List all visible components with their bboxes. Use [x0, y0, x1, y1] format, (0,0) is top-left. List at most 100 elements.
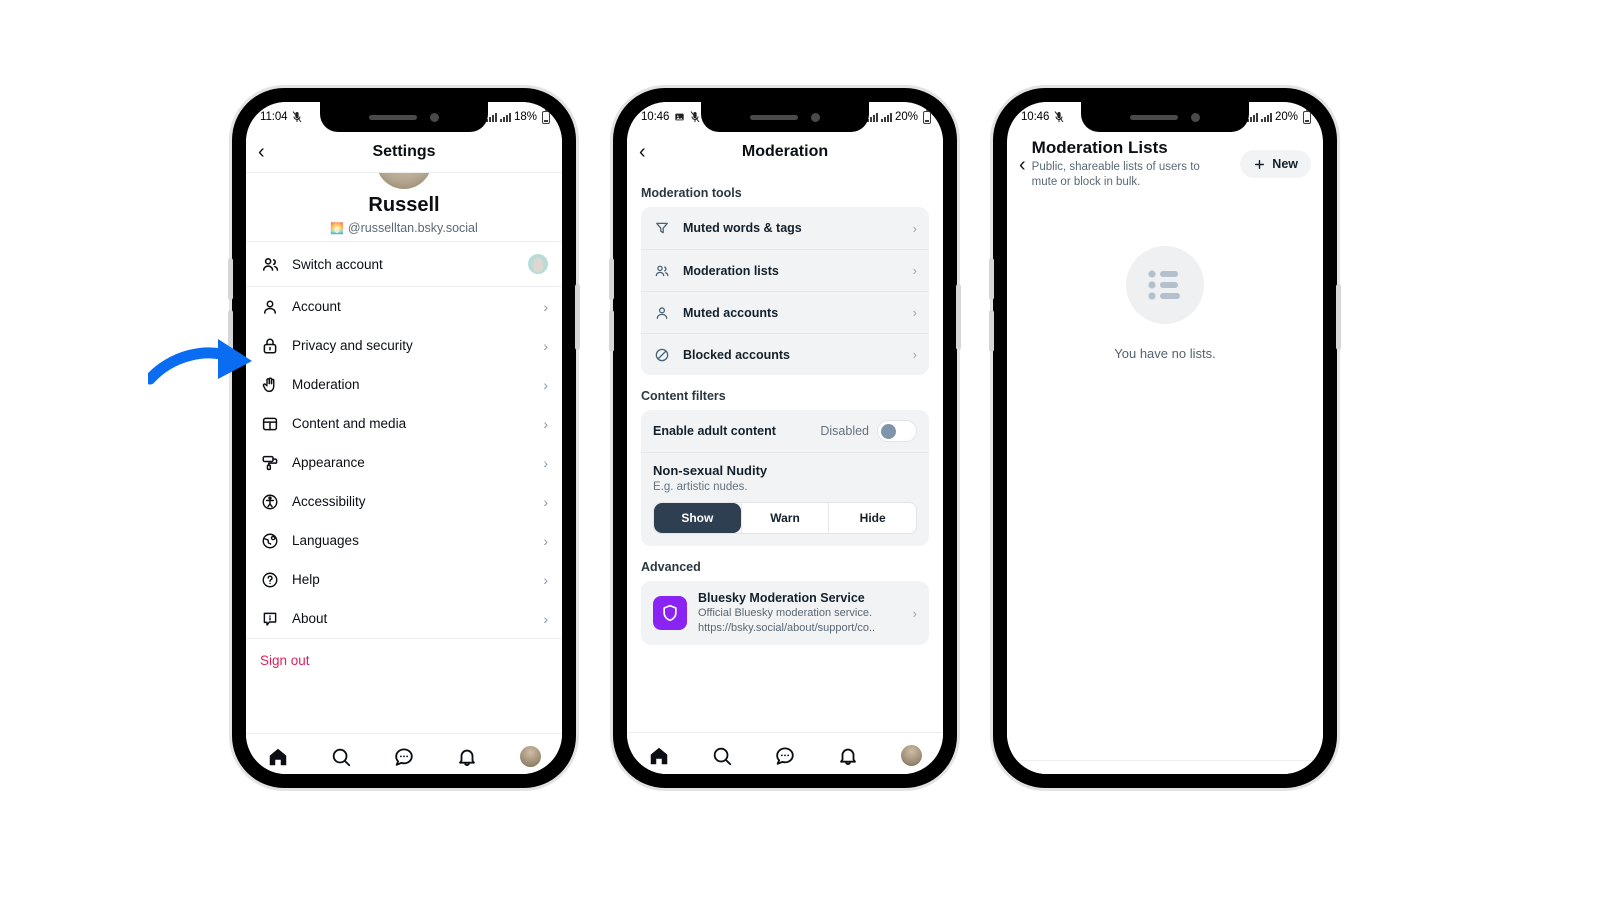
- annotation-arrow-icon: [148, 339, 252, 385]
- phone-moderation: 10:46 20% ‹ Moderation Moderation tools …: [609, 88, 961, 788]
- tab-messages[interactable]: [391, 744, 417, 770]
- phone1-navbar: ‹ Settings: [246, 132, 562, 172]
- tab-messages[interactable]: [1152, 771, 1178, 774]
- row-blocked-accounts[interactable]: Blocked accounts ›: [641, 333, 929, 375]
- battery-icon: [1303, 108, 1311, 124]
- back-button[interactable]: ‹: [258, 142, 280, 162]
- phone2-navbar: ‹ Moderation: [627, 132, 943, 172]
- device-notch: [320, 102, 488, 132]
- settings-item-label: Moderation: [292, 377, 360, 392]
- lists-body: You have no lists.: [1007, 200, 1323, 761]
- volume-up-button[interactable]: [609, 258, 614, 300]
- moderation-lists-header: ‹ Moderation Lists Public, shareable lis…: [1007, 132, 1323, 200]
- new-list-button[interactable]: New: [1240, 150, 1311, 178]
- sidebar-item-help[interactable]: Help ›: [246, 560, 562, 599]
- nudity-filter-block: Non-sexual Nudity E.g. artistic nudes. S…: [641, 452, 929, 546]
- sidebar-item-languages[interactable]: Languages ›: [246, 521, 562, 560]
- tab-profile[interactable]: [898, 743, 924, 769]
- power-button[interactable]: [956, 284, 961, 350]
- window-icon: [260, 414, 280, 434]
- tab-search[interactable]: [328, 744, 354, 770]
- tab-home[interactable]: [646, 743, 672, 769]
- settings-scroll[interactable]: Russell 🌅 @russelltan.bsky.social Switch…: [246, 173, 562, 733]
- phone-settings: 11:04 18% ‹ Settings Russell 🌅 @russellt…: [228, 88, 580, 788]
- question-circle-icon: [260, 570, 280, 590]
- nudity-segmented-control: Show Warn Hide: [653, 502, 917, 534]
- bottom-tab-bar: [246, 733, 562, 774]
- sign-out-button[interactable]: Sign out: [246, 639, 562, 682]
- tab-home[interactable]: [265, 744, 291, 770]
- chevron-right-icon: ›: [543, 610, 548, 627]
- settings-item-label: Help: [292, 572, 320, 587]
- tab-search[interactable]: [1089, 771, 1115, 774]
- chevron-right-icon: ›: [912, 305, 917, 320]
- row-muted-accounts[interactable]: Muted accounts ›: [641, 291, 929, 333]
- power-button[interactable]: [575, 284, 580, 350]
- segment-warn[interactable]: Warn: [740, 503, 829, 533]
- segment-show[interactable]: Show: [654, 503, 741, 533]
- enable-adult-content-row[interactable]: Content filters Enable adult content Dis…: [641, 410, 929, 452]
- nudity-title: Non-sexual Nudity: [653, 463, 768, 478]
- volume-down-button[interactable]: [989, 310, 994, 352]
- section-header-moderation-tools: Moderation tools: [641, 186, 742, 200]
- settings-item-label: Account: [292, 299, 341, 314]
- tab-notifications[interactable]: [835, 743, 861, 769]
- avatar: [376, 173, 432, 189]
- bluesky-moderation-service-row[interactable]: Bluesky Moderation Service Official Blue…: [641, 581, 929, 645]
- sidebar-item-account[interactable]: Account ›: [246, 287, 562, 326]
- back-button[interactable]: ‹: [1019, 154, 1026, 177]
- row-label: Muted words & tags: [683, 221, 802, 235]
- sunrise-emoji-icon: 🌅: [330, 222, 344, 235]
- chevron-right-icon: ›: [543, 454, 548, 471]
- sidebar-item-content-and-media[interactable]: Content and media ›: [246, 404, 562, 443]
- sidebar-item-about[interactable]: About ›: [246, 599, 562, 638]
- mini-avatar-icon[interactable]: [528, 254, 548, 274]
- volume-down-button[interactable]: [609, 310, 614, 352]
- sidebar-item-moderation[interactable]: Moderation ›: [246, 365, 562, 404]
- back-button[interactable]: ‹: [639, 142, 661, 162]
- profile-header: Russell 🌅 @russelltan.bsky.social: [246, 173, 562, 241]
- row-moderation-lists[interactable]: Moderation lists ›: [641, 249, 929, 291]
- avatar-icon: [519, 746, 541, 767]
- accessibility-icon: [260, 492, 280, 512]
- tab-profile[interactable]: [1278, 771, 1304, 774]
- switch-account-row[interactable]: Switch account: [246, 242, 562, 286]
- screenshot-stage: 11:04 18% ‹ Settings Russell 🌅 @russellt…: [0, 0, 1600, 900]
- moderation-scroll[interactable]: Moderation tools Muted words & tags › Mo: [627, 172, 943, 732]
- adult-content-toggle[interactable]: [877, 420, 917, 442]
- tab-profile[interactable]: [517, 744, 543, 770]
- header-texts: Moderation Lists Public, shareable lists…: [1032, 138, 1235, 190]
- empty-state-text: You have no lists.: [1114, 346, 1216, 362]
- page-subtitle: Public, shareable lists of users to mute…: [1031, 161, 1200, 189]
- service-url: https://bsky.social/about/support/co..: [698, 622, 876, 635]
- tab-home[interactable]: [1026, 771, 1052, 774]
- switch-account-label: Switch account: [292, 256, 383, 272]
- earpiece-speaker: [1130, 114, 1178, 120]
- mic-muted-icon: [1054, 111, 1064, 123]
- person-icon: [260, 297, 280, 317]
- profile-handle: @russelltan.bsky.social: [347, 221, 478, 235]
- sidebar-item-privacy-and-security[interactable]: Privacy and security ›: [246, 326, 562, 365]
- row-label: Muted accounts: [683, 305, 779, 320]
- volume-up-button[interactable]: [228, 258, 233, 300]
- power-button[interactable]: [1336, 284, 1341, 350]
- phone2-screen: 10:46 20% ‹ Moderation Moderation tools …: [627, 102, 943, 774]
- row-muted-words-and-tags[interactable]: Muted words & tags ›: [641, 207, 929, 249]
- chevron-right-icon: ›: [543, 415, 548, 432]
- volume-up-button[interactable]: [989, 258, 994, 300]
- front-camera-icon: [430, 112, 439, 122]
- list-icon: [1126, 246, 1204, 325]
- tab-search[interactable]: [709, 743, 735, 769]
- advanced-card: Bluesky Moderation Service Official Blue…: [641, 581, 929, 646]
- signal-icon-2: [1260, 112, 1272, 122]
- sidebar-item-accessibility[interactable]: Accessibility ›: [246, 482, 562, 521]
- chevron-right-icon: ›: [912, 263, 917, 278]
- segment-hide[interactable]: Hide: [828, 503, 916, 533]
- tab-messages[interactable]: [772, 743, 798, 769]
- shield-icon: [653, 596, 687, 631]
- settings-item-label: Languages: [292, 533, 359, 548]
- tab-notifications[interactable]: [454, 744, 480, 770]
- sidebar-item-appearance[interactable]: Appearance ›: [246, 443, 562, 482]
- tab-notifications[interactable]: [1215, 771, 1241, 774]
- settings-item-label: About: [292, 611, 328, 626]
